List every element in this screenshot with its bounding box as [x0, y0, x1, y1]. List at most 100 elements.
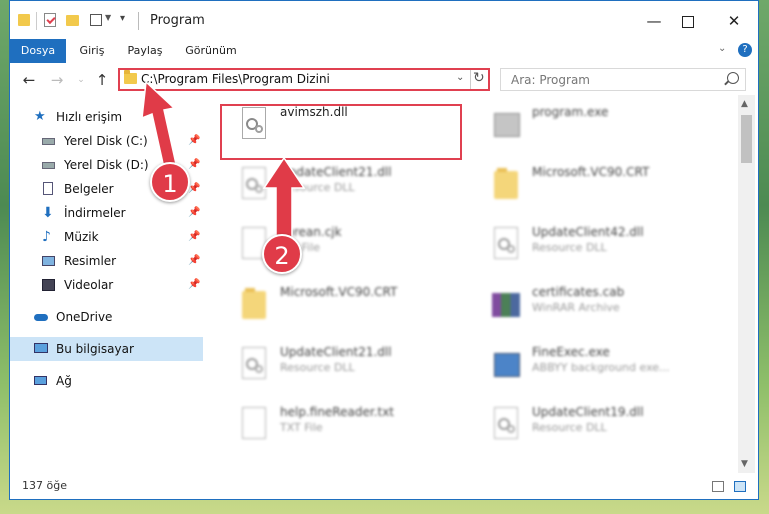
sidebar-item-this-pc[interactable]: Bu bilgisayar — [10, 337, 203, 361]
file-item[interactable]: certificates.cab WinRAR Archive — [482, 281, 722, 337]
file-icon — [238, 407, 270, 447]
file-item[interactable]: help.fineReader.txt TXT File — [230, 401, 470, 457]
file-item[interactable]: FineExec.exe ABBYY background exe... — [482, 341, 722, 397]
sidebar-item-label: Videolar — [64, 278, 114, 292]
pin-icon[interactable]: 📌 — [188, 249, 200, 273]
sidebar-item-label: Müzik — [64, 230, 99, 244]
sidebar-item-label: Resimler — [64, 254, 117, 268]
pin-icon[interactable]: 📌 — [188, 273, 200, 297]
file-name: FineExec.exe — [532, 345, 610, 359]
search-input[interactable]: Ara: Program — [511, 73, 590, 87]
dll-file-icon — [490, 407, 522, 447]
file-item[interactable]: UpdateClient42.dll Resource DLL — [482, 221, 722, 277]
large-icons-view-icon[interactable] — [734, 481, 746, 492]
dll-file-icon — [490, 227, 522, 267]
close-icon: ✕ — [727, 12, 741, 30]
file-name: Microsoft.VC90.CRT — [280, 285, 398, 299]
sidebar-item-onedrive[interactable]: OneDrive — [10, 305, 203, 329]
help-icon[interactable]: ? — [738, 43, 752, 57]
file-type: TXT File — [280, 421, 323, 434]
file-type: Resource DLL — [532, 421, 607, 434]
videos-icon — [42, 278, 56, 292]
file-name: UpdateClient19.dll — [532, 405, 644, 419]
sidebar-item-music[interactable]: ♪ Müzik 📌 — [10, 225, 203, 249]
tab-file[interactable]: Dosya — [10, 39, 66, 63]
refresh-icon[interactable]: ↻ — [473, 70, 485, 86]
exe-file-icon — [490, 107, 522, 147]
file-item-program-exe[interactable]: program.exe — [482, 101, 722, 157]
search-icon — [727, 72, 739, 84]
pictures-icon — [42, 254, 56, 268]
cloud-icon — [34, 310, 48, 324]
title-bar: ▼ ▾ Program — ✕ — [10, 1, 758, 39]
maximize-button[interactable] — [674, 9, 702, 33]
file-name: UpdateClient21.dll — [280, 345, 392, 359]
sidebar-item-label: Bu bilgisayar — [56, 342, 134, 356]
callout-badge-1: 1 — [150, 162, 190, 202]
sidebar-item-network[interactable]: Ağ — [10, 369, 203, 393]
music-icon: ♪ — [42, 229, 51, 245]
folder-icon — [124, 70, 137, 84]
file-type: ABBYY background exe... — [532, 361, 670, 374]
details-view-icon[interactable] — [712, 481, 724, 492]
status-bar: 137 öğe — [10, 473, 758, 499]
file-type: Resource DLL — [532, 241, 607, 254]
file-name: Microsoft.VC90.CRT — [532, 165, 650, 179]
file-name: program.exe — [532, 105, 609, 119]
chevron-down-icon[interactable]: ⌄ — [456, 72, 464, 83]
ribbon-tabs: Dosya Giriş Paylaş Görünüm ⌄ ? — [10, 39, 758, 64]
tab-home[interactable]: Giriş — [72, 39, 112, 63]
tab-view[interactable]: Görünüm — [180, 39, 242, 63]
tab-share[interactable]: Paylaş — [122, 39, 168, 63]
sidebar-item-label: Hızlı erişim — [56, 110, 123, 124]
item-count: 137 öğe — [22, 479, 67, 492]
file-item[interactable]: UpdateClient19.dll Resource DLL — [482, 401, 722, 457]
title-separator — [138, 12, 139, 30]
window-title: Program — [150, 13, 205, 28]
folder-icon — [238, 287, 270, 327]
sidebar-item-downloads[interactable]: ⬇ İndirmeler 📌 — [10, 201, 203, 225]
qa-separator — [36, 12, 37, 30]
drive-icon — [42, 134, 56, 148]
close-button[interactable]: ✕ — [720, 9, 748, 33]
dll-file-icon — [238, 347, 270, 387]
callout-badge-2: 2 — [262, 234, 302, 274]
sidebar-item-label: Yerel Disk (C:) — [64, 134, 148, 148]
sidebar-item-label: Ağ — [56, 374, 72, 388]
ribbon-expand-icon[interactable]: ⌄ — [718, 43, 726, 54]
scroll-thumb[interactable] — [741, 115, 752, 163]
minimize-button[interactable]: — — [640, 9, 668, 33]
minimize-icon: — — [646, 12, 662, 30]
navigation-bar: ← → ⌄ ↑ C:\Program Files\Program Dizini … — [10, 63, 758, 95]
up-icon[interactable]: ↑ — [93, 71, 111, 89]
file-highlight-box — [220, 104, 462, 160]
pin-icon[interactable]: 📌 — [188, 225, 200, 249]
file-type: WinRAR Archive — [532, 301, 620, 314]
scroll-up-icon[interactable]: ▲ — [741, 99, 748, 109]
star-icon: ★ — [34, 109, 46, 124]
sidebar-item-label: Belgeler — [64, 182, 114, 196]
sidebar-item-label: OneDrive — [56, 310, 113, 324]
sidebar-item-videos[interactable]: Videolar 📌 — [10, 273, 203, 297]
maximize-icon — [682, 16, 694, 28]
search-box[interactable]: Ara: Program — [500, 68, 746, 91]
pin-icon[interactable]: 📌 — [188, 201, 200, 225]
file-item[interactable]: UpdateClient21.dll Resource DLL — [230, 341, 470, 397]
download-icon: ⬇ — [42, 205, 54, 221]
recent-locations-icon[interactable]: ⌄ — [72, 71, 90, 89]
file-item[interactable]: Microsoft.VC90.CRT — [230, 281, 470, 337]
sidebar-item-pictures[interactable]: Resimler 📌 — [10, 249, 203, 273]
forward-icon[interactable]: → — [48, 71, 66, 89]
documents-icon — [42, 182, 56, 196]
back-icon[interactable]: ← — [20, 71, 38, 89]
file-item[interactable]: Microsoft.VC90.CRT — [482, 161, 722, 217]
address-separator — [470, 70, 471, 89]
file-type: Resource DLL — [280, 361, 355, 374]
explorer-window: ▼ ▾ Program — ✕ Dosya Giriş Paylaş Görün… — [9, 0, 759, 500]
vertical-scrollbar[interactable]: ▲ ▼ — [738, 95, 755, 473]
archive-icon — [490, 287, 522, 327]
sidebar-item-label: Yerel Disk (D:) — [64, 158, 149, 172]
folder-icon — [490, 167, 522, 207]
file-name: certificates.cab — [532, 285, 625, 299]
scroll-down-icon[interactable]: ▼ — [741, 459, 748, 469]
